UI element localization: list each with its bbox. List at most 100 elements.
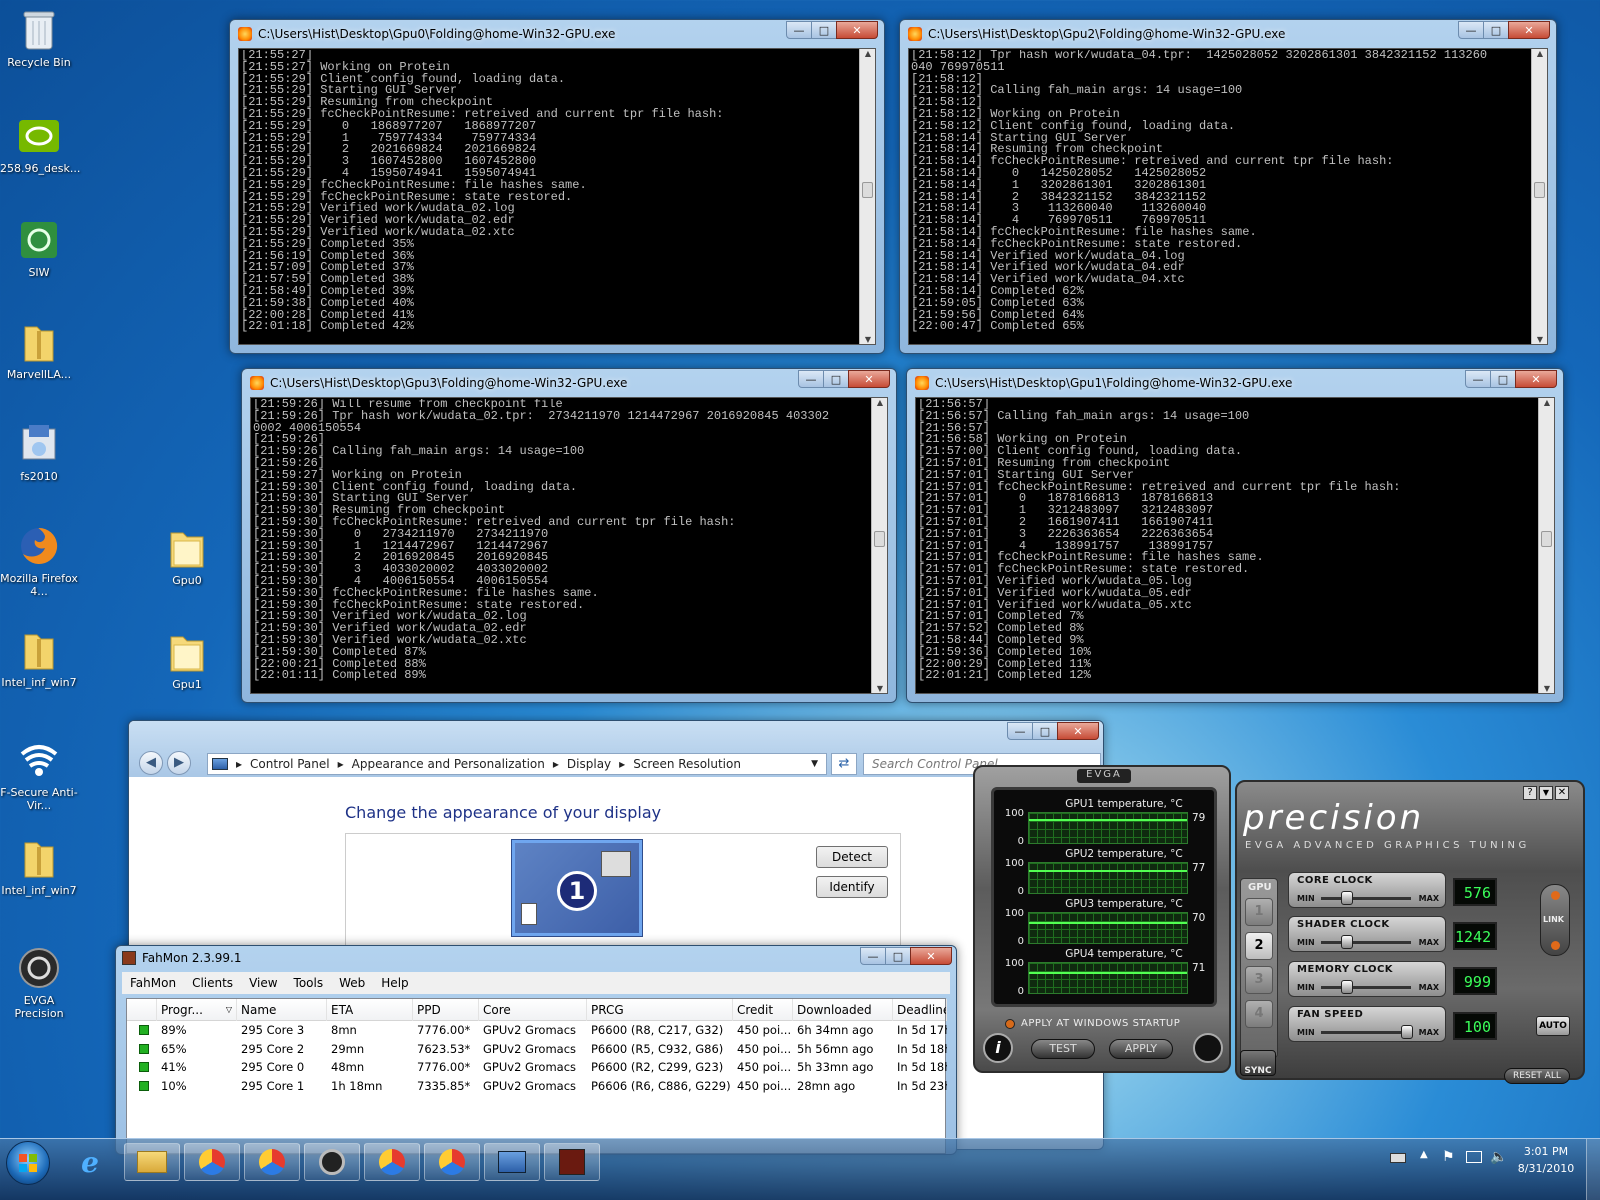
forward-button[interactable]: ▶ xyxy=(167,751,191,775)
maximize-button[interactable]: □ xyxy=(885,947,911,965)
sync-button[interactable]: SYNC xyxy=(1240,1050,1276,1076)
network-tray-icon[interactable] xyxy=(1466,1151,1482,1163)
maximize-button[interactable]: □ xyxy=(1483,21,1509,39)
precision-monitor-panel[interactable]: EVGA GPU1 temperature, °C 100 0 79 GPU2 temp… xyxy=(973,765,1231,1073)
column-header-status[interactable] xyxy=(127,999,157,1021)
column-header-eta[interactable]: ETA xyxy=(327,999,413,1021)
taskbar-fahmon[interactable] xyxy=(544,1143,600,1181)
column-header-progress[interactable]: Progr... ▽ xyxy=(157,999,237,1021)
taskbar-fah-3[interactable] xyxy=(364,1143,420,1181)
shader-clock-slider[interactable]: SHADER CLOCK MIN MAX xyxy=(1288,916,1446,952)
identify-button[interactable]: Identify xyxy=(816,876,888,898)
minimize-button[interactable]: — xyxy=(786,21,812,39)
maximize-button[interactable]: □ xyxy=(823,370,849,388)
link-button[interactable]: LINK xyxy=(1540,884,1570,956)
close-button[interactable]: ✕ xyxy=(1057,722,1099,740)
taskbar-precision[interactable] xyxy=(304,1143,360,1181)
taskbar-fah-2[interactable] xyxy=(244,1143,300,1181)
column-header-name[interactable]: Name xyxy=(237,999,327,1021)
close-button[interactable]: ✕ xyxy=(910,947,952,965)
close-button[interactable]: ✕ xyxy=(1515,370,1557,388)
minimize-button[interactable]: — xyxy=(1465,370,1491,388)
console-window-gpu2[interactable]: C:\Users\Hist\Desktop\Gpu2\Folding@home-… xyxy=(899,19,1557,354)
console-window-gpu0[interactable]: C:\Users\Hist\Desktop\Gpu0\Folding@home-… xyxy=(229,19,885,354)
menu-view[interactable]: View xyxy=(249,976,277,990)
detect-button[interactable]: Detect xyxy=(816,846,888,868)
maximize-button[interactable]: □ xyxy=(811,21,837,39)
core-clock-slider[interactable]: CORE CLOCK MIN MAX xyxy=(1288,872,1446,908)
evga-logo-button[interactable] xyxy=(1193,1033,1223,1063)
desktop-icon-gpu1-folder[interactable]: Gpu1 xyxy=(148,630,226,691)
desktop-icon-intel-inf-1[interactable]: Intel_inf_win7 xyxy=(0,628,78,689)
scrollbar[interactable]: ▲ ▼ xyxy=(871,398,887,693)
help-button[interactable]: ? xyxy=(1523,786,1537,800)
keyboard-tray-icon[interactable] xyxy=(1390,1153,1406,1163)
taskbar-explorer[interactable] xyxy=(124,1143,180,1181)
close-button[interactable]: ✕ xyxy=(836,21,878,39)
menu-tools[interactable]: Tools xyxy=(294,976,324,990)
desktop-icon-nvidia-driver[interactable]: 258.96_desk... xyxy=(0,114,80,175)
close-button[interactable]: ✕ xyxy=(1508,21,1550,39)
clock[interactable]: 3:01 PM 8/31/2010 xyxy=(1510,1143,1582,1177)
taskbar-fah-1[interactable] xyxy=(184,1143,240,1181)
scroll-down-arrow-icon[interactable]: ▼ xyxy=(860,335,875,344)
minimize-button[interactable]: — xyxy=(798,370,824,388)
minimize-button[interactable]: — xyxy=(1458,21,1484,39)
desktop-icon-intel-inf-2[interactable]: Intel_inf_win7 xyxy=(0,836,78,897)
column-header-prcg[interactable]: PRCG xyxy=(587,999,733,1021)
taskbar-fah-4[interactable] xyxy=(424,1143,480,1181)
reset-all-button[interactable]: RESET ALL xyxy=(1504,1068,1570,1084)
console-window-gpu1[interactable]: C:\Users\Hist\Desktop\Gpu1\Folding@home-… xyxy=(906,368,1564,703)
scrollbar[interactable]: ▲ ▼ xyxy=(1538,398,1554,693)
slider-knob[interactable] xyxy=(1341,935,1353,949)
desktop-icon-marvell[interactable]: MarvellLA... xyxy=(0,320,78,381)
column-header-downloaded[interactable]: Downloaded xyxy=(793,999,893,1021)
minimize-button[interactable]: — xyxy=(1007,722,1033,740)
menu-clients[interactable]: Clients xyxy=(192,976,233,990)
close-button[interactable]: ✕ xyxy=(848,370,890,388)
close-button[interactable]: ✕ xyxy=(1555,786,1569,800)
desktop-icon-fs2010[interactable]: fs2010 xyxy=(0,422,78,483)
table-row[interactable]: 89% 295 Core 3 8mn 7776.00* GPUv2 Gromacs P66… xyxy=(127,1021,947,1040)
gpu-button-4[interactable]: 4 xyxy=(1245,1000,1273,1028)
slider-knob[interactable] xyxy=(1341,980,1353,994)
fan-speed-slider[interactable]: FAN SPEED MIN MAX xyxy=(1288,1006,1446,1042)
breadcrumb-item[interactable]: Screen Resolution xyxy=(633,757,741,771)
desktop-icon-gpu0-folder[interactable]: Gpu0 xyxy=(148,526,226,587)
maximize-button[interactable]: □ xyxy=(1490,370,1516,388)
slider-knob[interactable] xyxy=(1401,1025,1413,1039)
desktop-icon-fsecure[interactable]: F-Secure Anti-Vir... xyxy=(0,738,78,812)
breadcrumb-item[interactable]: Control Panel xyxy=(250,757,330,771)
desktop-icon-siw[interactable]: SIW xyxy=(0,218,78,279)
table-row[interactable]: 65% 295 Core 2 29mn 7623.53* GPUv2 Gromacs P6… xyxy=(127,1040,947,1059)
menu-help[interactable]: Help xyxy=(381,976,408,990)
scroll-thumb[interactable] xyxy=(862,181,873,198)
desktop-icon-evga-precision[interactable]: EVGA Precision xyxy=(0,946,78,1020)
scrollbar[interactable]: ▲ ▼ xyxy=(1531,49,1547,344)
menu-fahmon[interactable]: FahMon xyxy=(130,976,176,990)
refresh-button[interactable]: ⇄ xyxy=(831,753,857,775)
column-header-credit[interactable]: Credit xyxy=(733,999,793,1021)
gpu-button-2[interactable]: 2 xyxy=(1245,932,1273,960)
table-row[interactable]: 10% 295 Core 1 1h 18mn 7335.85* GPUv2 Gromac… xyxy=(127,1077,947,1096)
scroll-down-arrow-icon[interactable]: ▼ xyxy=(872,684,887,693)
info-button[interactable]: i xyxy=(983,1033,1013,1063)
dropdown-button[interactable]: ▼ xyxy=(1539,786,1553,800)
gpu-button-1[interactable]: 1 xyxy=(1245,898,1273,926)
back-button[interactable]: ◀ xyxy=(139,751,163,775)
startup-indicator-icon[interactable] xyxy=(1005,1019,1015,1029)
column-header-deadline[interactable]: Deadline xyxy=(893,999,947,1021)
apply-button[interactable]: APPLY xyxy=(1109,1039,1173,1059)
breadcrumb-item[interactable]: Appearance and Personalization xyxy=(352,757,545,771)
maximize-button[interactable]: □ xyxy=(1032,722,1058,740)
scroll-thumb[interactable] xyxy=(874,530,885,547)
column-header-ppd[interactable]: PPD xyxy=(413,999,479,1021)
taskbar-control-panel[interactable] xyxy=(484,1143,540,1181)
scrollbar[interactable]: ▲ ▼ xyxy=(859,49,875,344)
address-dropdown-icon[interactable]: ▼ xyxy=(811,759,818,769)
auto-fan-button[interactable]: AUTO xyxy=(1536,1016,1570,1036)
column-header-core[interactable]: Core xyxy=(479,999,587,1021)
menu-web[interactable]: Web xyxy=(339,976,365,990)
scroll-thumb[interactable] xyxy=(1541,530,1552,547)
scroll-thumb[interactable] xyxy=(1534,181,1545,198)
